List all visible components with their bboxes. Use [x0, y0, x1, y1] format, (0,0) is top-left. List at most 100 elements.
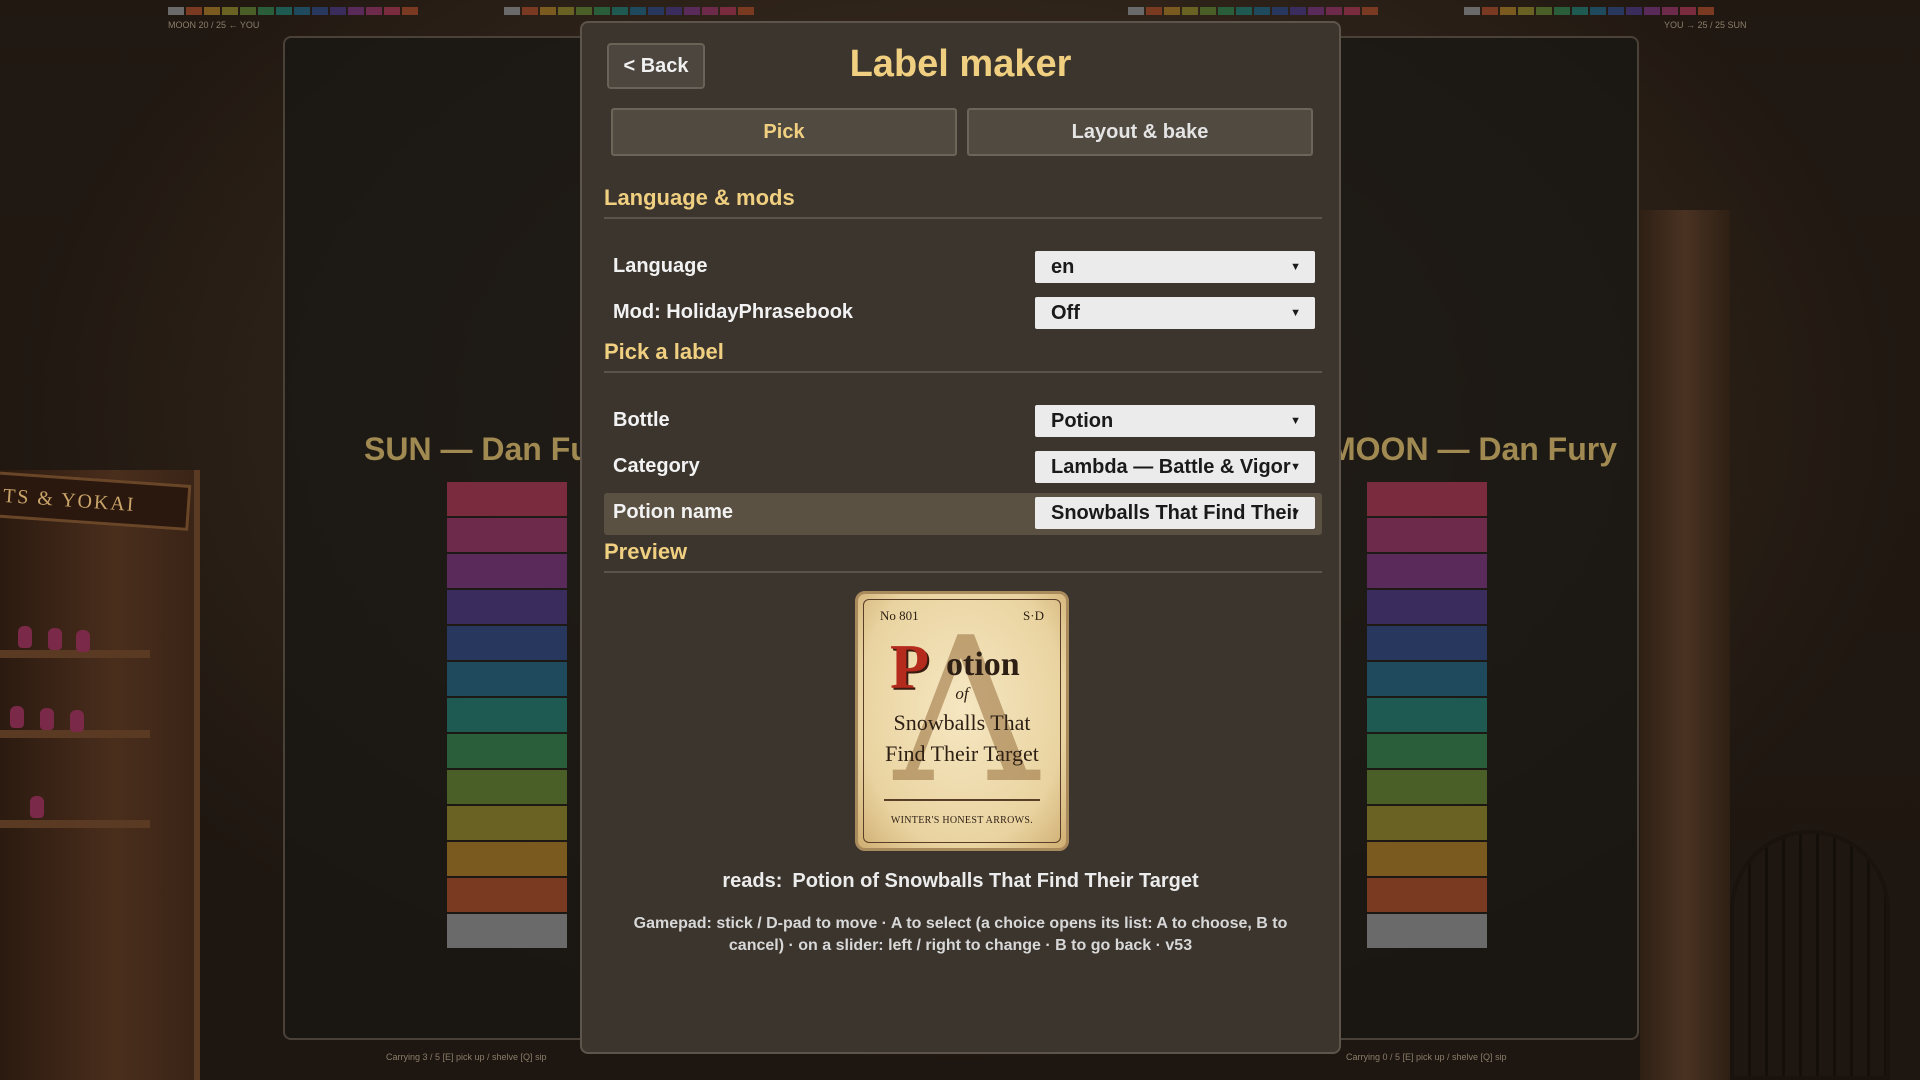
- hud-strip-cell: [1500, 7, 1516, 15]
- color-stack-cell: [447, 482, 567, 516]
- hud-strip-cell: [666, 7, 682, 15]
- hud-score-strip: [1128, 7, 1378, 15]
- hud-strip-cell: [594, 7, 610, 15]
- reads-line: reads: Potion of Snowballs That Find Thei…: [582, 870, 1339, 893]
- chevron-down-icon: ▼: [1290, 507, 1301, 519]
- bottle-prop: [48, 628, 62, 650]
- hud-strip-cell: [576, 7, 592, 15]
- hud-strip-cell: [222, 7, 238, 15]
- color-stack-cell: [1367, 914, 1487, 948]
- hud-strip-cell: [648, 7, 664, 15]
- color-stack-cell: [1367, 878, 1487, 912]
- hud-strip-cell: [1590, 7, 1606, 15]
- hud-strip-cell: [240, 7, 256, 15]
- hud-strip-cell: [558, 7, 574, 15]
- color-stack-cell: [447, 590, 567, 624]
- label-of: of: [955, 684, 969, 703]
- color-stack-cell: [447, 842, 567, 876]
- bottle-prop: [18, 626, 32, 648]
- hud-strip-cell: [1362, 7, 1378, 15]
- hud-strip-cell: [1182, 7, 1198, 15]
- hud-strip-cell: [1464, 7, 1480, 15]
- hud-strip-cell: [1626, 7, 1642, 15]
- help-line-1: Gamepad: stick / D-pad to move · A to se…: [633, 915, 1288, 932]
- mod-value: Off: [1051, 302, 1080, 324]
- hud-footer-right: Carrying 0 / 5 [E] pick up / shelve [Q] …: [1346, 1052, 1507, 1062]
- label-name-line1: Snowballs That: [893, 710, 1031, 735]
- chevron-down-icon: ▼: [1290, 461, 1301, 473]
- hud-strip-cell: [1146, 7, 1162, 15]
- color-stack-cell: [447, 806, 567, 840]
- hud-strip-cell: [1482, 7, 1498, 15]
- help-line-2: cancel) · on a slider: left / right to c…: [728, 937, 1193, 954]
- shelf-board: [0, 820, 150, 828]
- hud-strip-cell: [540, 7, 556, 15]
- left-bookshelf: [0, 470, 200, 1080]
- shelf-board: [0, 650, 150, 658]
- label-maker-dialog: < Back Label maker Pick Layout & bake La…: [580, 21, 1341, 1054]
- bottle-prop: [40, 708, 54, 730]
- color-stack-cell: [1367, 590, 1487, 624]
- row-mod: Mod: HolidayPhrasebook Off ▼: [604, 293, 1322, 335]
- hud-strip-cell: [402, 7, 418, 15]
- reads-text: Potion of Snowballs That Find Their Targ…: [792, 870, 1199, 892]
- hud-score-strip: [1464, 7, 1714, 15]
- hud-right-caption: YOU → 25 / 25 SUN: [1664, 20, 1747, 30]
- hud-strip-cell: [204, 7, 220, 15]
- color-stack-cell: [1367, 698, 1487, 732]
- color-stack-cell: [447, 626, 567, 660]
- hud-strip-cell: [1236, 7, 1252, 15]
- hud-strip-cell: [1608, 7, 1624, 15]
- left-color-stack: [447, 482, 567, 950]
- color-stack-cell: [447, 518, 567, 552]
- color-stack-cell: [1367, 518, 1487, 552]
- color-stack-cell: [1367, 554, 1487, 588]
- hud-left-caption: MOON 20 / 25 ← YOU: [168, 20, 260, 30]
- hud-strip-cell: [1536, 7, 1552, 15]
- hud-strip-cell: [1572, 7, 1588, 15]
- section-preview: Preview: [604, 539, 1322, 573]
- hud-strip-cell: [294, 7, 310, 15]
- mod-select[interactable]: Off ▼: [1035, 297, 1315, 329]
- hud-strip-cell: [504, 7, 520, 15]
- right-color-stack: [1367, 482, 1487, 950]
- hud-strip-cell: [1128, 7, 1144, 15]
- color-stack-cell: [1367, 770, 1487, 804]
- hud-strip-cell: [720, 7, 736, 15]
- label-divider: [884, 799, 1040, 801]
- hud-strip-cell: [348, 7, 364, 15]
- hud-strip-cell: [1254, 7, 1270, 15]
- hud-strip-cell: [612, 7, 628, 15]
- hud-strip-cell: [684, 7, 700, 15]
- color-stack-cell: [447, 770, 567, 804]
- hud-strip-cell: [1326, 7, 1342, 15]
- hud-strip-cell: [738, 7, 754, 15]
- hud-strip-cell: [1698, 7, 1714, 15]
- bottle-prop: [70, 710, 84, 732]
- birdcage: [1730, 830, 1890, 1080]
- tab-pick[interactable]: Pick: [611, 108, 957, 156]
- category-label: Category: [613, 455, 700, 477]
- hud-strip-cell: [168, 7, 184, 15]
- right-pillar: [1640, 210, 1730, 1080]
- chevron-down-icon: ▼: [1290, 261, 1301, 273]
- potion-name-select[interactable]: Snowballs That Find Their Target ▼: [1035, 497, 1315, 529]
- hud-strip-cell: [630, 7, 646, 15]
- hud-strip-cell: [1344, 7, 1360, 15]
- language-value: en: [1051, 256, 1075, 278]
- bottle-select[interactable]: Potion ▼: [1035, 405, 1315, 437]
- language-select[interactable]: en ▼: [1035, 251, 1315, 283]
- hud-strip-cell: [1200, 7, 1216, 15]
- hud-strip-cell: [384, 7, 400, 15]
- section-language-mods: Language & mods: [604, 185, 1322, 219]
- tab-layout-bake[interactable]: Layout & bake: [967, 108, 1313, 156]
- chevron-down-icon: ▼: [1290, 307, 1301, 319]
- hud-strip-cell: [312, 7, 328, 15]
- row-bottle: Bottle Potion ▼: [604, 401, 1322, 443]
- label-preview-card: Λ No 801 S·D P otion of Snowballs That F…: [855, 591, 1069, 851]
- hud-strip-cell: [702, 7, 718, 15]
- category-select[interactable]: Lambda — Battle & Vigor ▼: [1035, 451, 1315, 483]
- label-tagline: WINTER'S HONEST ARROWS.: [890, 815, 1034, 826]
- color-stack-cell: [1367, 734, 1487, 768]
- hud-strip-cell: [330, 7, 346, 15]
